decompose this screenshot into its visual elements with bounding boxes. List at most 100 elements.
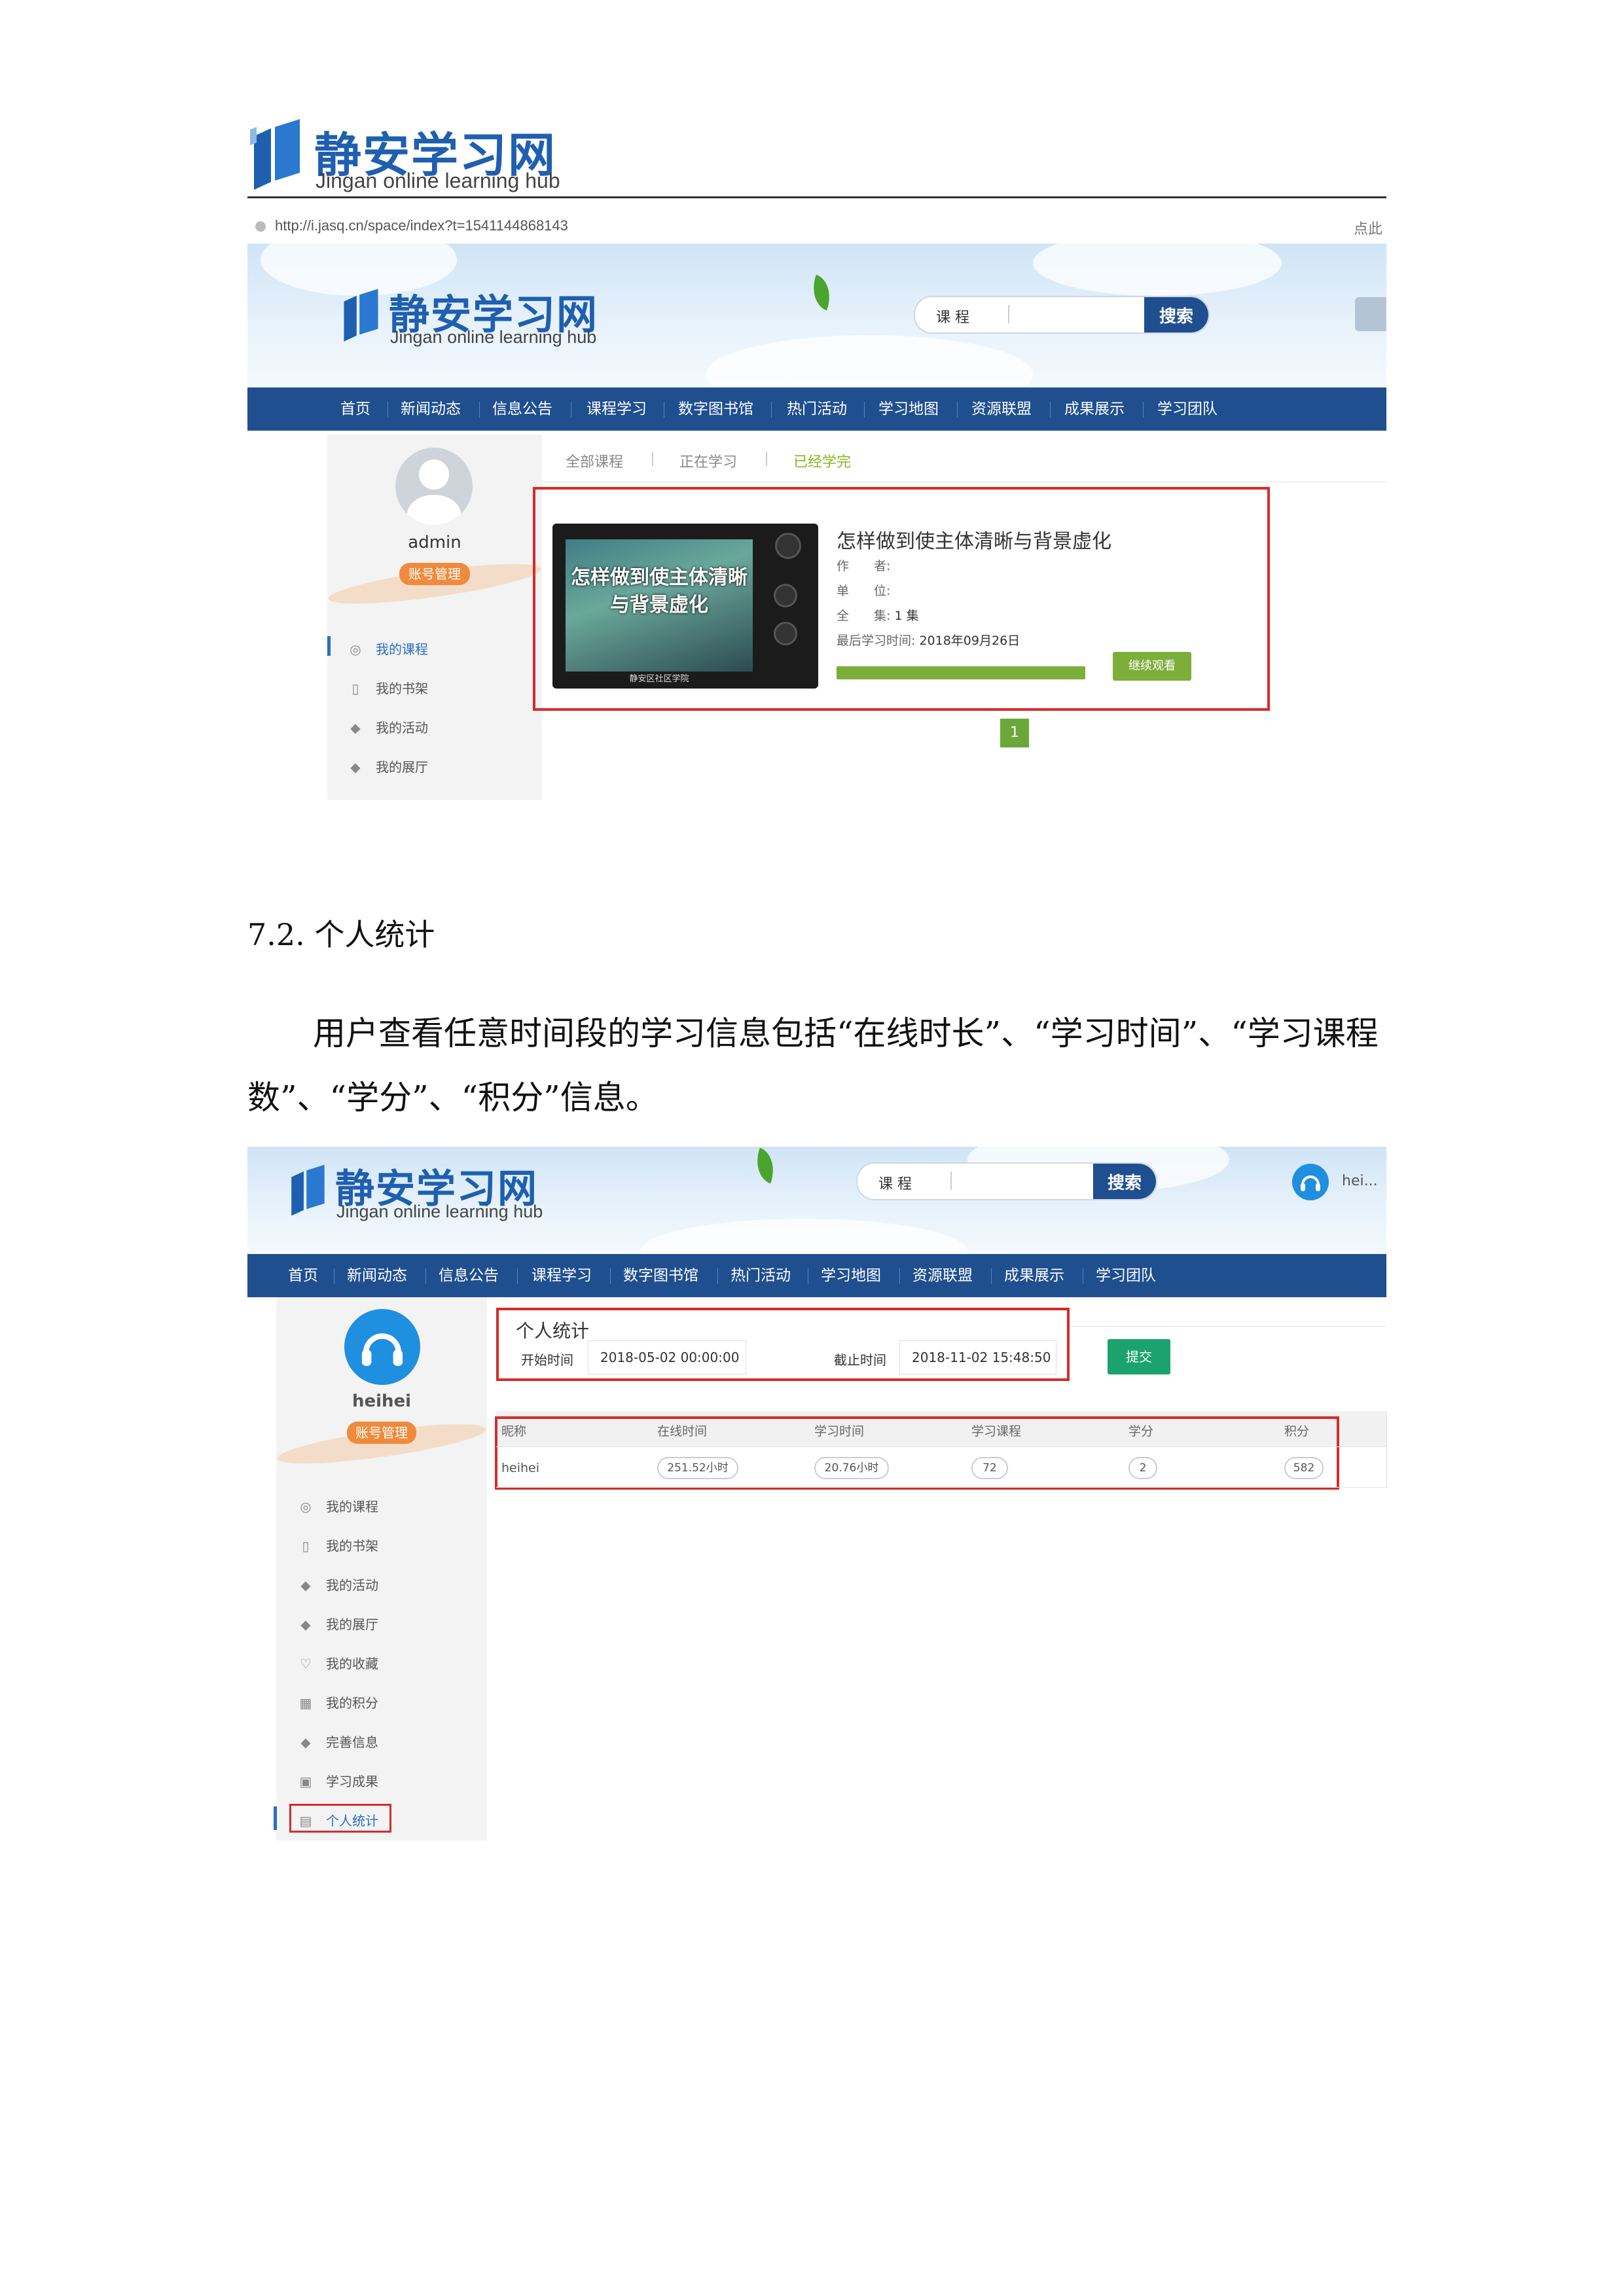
certificate-icon: ▣ bbox=[299, 1774, 312, 1789]
avatar[interactable] bbox=[395, 448, 473, 525]
menu-my-courses[interactable]: ◎ 我的课程 bbox=[348, 639, 428, 658]
nav-activities[interactable]: 热门活动 bbox=[787, 387, 847, 431]
menu-my-gallery[interactable]: ◆ 我的展厅 bbox=[298, 1614, 378, 1633]
nav-achievements[interactable]: 成果展示 bbox=[1004, 1254, 1064, 1297]
continue-watching-button[interactable]: 继续观看 bbox=[1113, 652, 1191, 681]
section-heading: 7.2. 个人统计 bbox=[247, 917, 435, 952]
main-nav: 首页 新闻动态 信息公告 课程学习 数字图书馆 热门活动 学习地图 资源联盟 成… bbox=[247, 1254, 1386, 1297]
menu-personal-stats[interactable]: ▤ 个人统计 bbox=[298, 1810, 378, 1829]
browser-right-text: 点此 bbox=[1353, 221, 1382, 238]
nav-notice[interactable]: 信息公告 bbox=[492, 387, 552, 431]
section-paragraph: 用户查看任意时间段的学习信息包括“在线时长”、“学习时间”、“学习课程数”、“学… bbox=[247, 1014, 1379, 1117]
search-category[interactable]: 课 程 bbox=[936, 306, 969, 327]
nav-resources[interactable]: 资源联盟 bbox=[912, 1254, 973, 1297]
search-category[interactable]: 课 程 bbox=[878, 1172, 912, 1193]
nav-map[interactable]: 学习地图 bbox=[878, 387, 939, 431]
document-logo-en: Jingan online learning hub bbox=[316, 169, 560, 192]
document-logo: 静安学习网 Jingan online learning hub bbox=[247, 117, 562, 202]
nav-home[interactable]: 首页 bbox=[340, 387, 370, 431]
site-logo-en: Jingan online learning hub bbox=[390, 327, 597, 347]
th-online-time: 在线时间 bbox=[657, 1424, 708, 1439]
stats-icon: ▤ bbox=[299, 1813, 312, 1829]
nav-resources[interactable]: 资源联盟 bbox=[971, 387, 1032, 431]
nav-map[interactable]: 学习地图 bbox=[821, 1254, 881, 1297]
book-logo-icon bbox=[250, 119, 300, 190]
nav-courses[interactable]: 课程学习 bbox=[532, 1254, 592, 1297]
search-box[interactable]: 课 程 搜索 bbox=[914, 296, 1210, 334]
nav-achievements[interactable]: 成果展示 bbox=[1064, 387, 1125, 431]
course-author: 作 者: bbox=[837, 559, 891, 573]
th-credits: 学分 bbox=[1128, 1424, 1154, 1439]
nav-home[interactable]: 首页 bbox=[288, 1254, 318, 1297]
nav-courses[interactable]: 课程学习 bbox=[586, 387, 647, 431]
course-last-study-time: 最后学习时间: 2018年09月26日 bbox=[837, 634, 1020, 648]
nav-news[interactable]: 新闻动态 bbox=[347, 1254, 407, 1297]
screenshot-my-courses: 静安学习网 Jingan online learning hub 课 程 搜索 … bbox=[247, 243, 1386, 800]
nav-news[interactable]: 新闻动态 bbox=[401, 387, 461, 431]
tab-completed[interactable]: 已经学完 bbox=[793, 450, 851, 471]
book-icon: ▯ bbox=[352, 681, 359, 696]
nav-activities[interactable]: 热门活动 bbox=[731, 1254, 791, 1297]
account-manage-button[interactable]: 账号管理 bbox=[347, 1422, 416, 1444]
progress-track bbox=[837, 666, 1085, 679]
user-sidebar: admin 账号管理 ◎ 我的课程 ▯ 我的书架 ◆ 我的活动 ◆ 我的展厅 bbox=[326, 435, 543, 800]
search-box[interactable]: 课 程 搜索 bbox=[856, 1162, 1157, 1200]
nav-teams[interactable]: 学习团队 bbox=[1157, 387, 1218, 431]
course-episodes: 全 集: 1 集 bbox=[837, 609, 919, 623]
site-banner: 静安学习网 Jingan online learning hub 课 程 搜索 … bbox=[247, 1147, 1386, 1254]
username: heihei bbox=[352, 1391, 412, 1411]
start-time-input[interactable]: 2018-05-02 00:00:00 bbox=[588, 1340, 746, 1374]
account-manage-button[interactable]: 账号管理 bbox=[399, 563, 470, 585]
stats-title: 个人统计 bbox=[516, 1320, 590, 1342]
graduation-cap-icon: ◆ bbox=[350, 720, 361, 736]
graduation-cap-icon: ◆ bbox=[300, 1577, 311, 1593]
nav-teams[interactable]: 学习团队 bbox=[1096, 1254, 1156, 1297]
progress-bar bbox=[837, 666, 1085, 679]
menu-my-bookshelf[interactable]: ▯ 我的书架 bbox=[298, 1535, 378, 1554]
search-button[interactable]: 搜索 bbox=[1093, 1164, 1156, 1199]
nav-library[interactable]: 数字图书馆 bbox=[623, 1254, 698, 1297]
site-info-icon bbox=[255, 221, 266, 232]
browser-address-bar: http://i.jasq.cn/space/index?t=154114486… bbox=[247, 209, 1386, 244]
menu-my-bookshelf[interactable]: ▯ 我的书架 bbox=[348, 678, 428, 697]
heart-icon: ♡ bbox=[300, 1656, 312, 1672]
search-button[interactable]: 搜索 bbox=[1144, 297, 1208, 332]
menu-learning-results[interactable]: ▣ 学习成果 bbox=[298, 1771, 378, 1790]
course-thumbnail[interactable]: 怎样做到使主体清晰与背景虚化 静安区社区学院 bbox=[552, 524, 818, 689]
leaf-decoration-icon bbox=[749, 1147, 781, 1184]
tab-in-progress[interactable]: 正在学习 bbox=[679, 450, 737, 471]
tab-all-courses[interactable]: 全部课程 bbox=[566, 450, 623, 471]
course-title[interactable]: 怎样做到使主体清晰与背景虚化 bbox=[837, 525, 1111, 554]
cell-nickname: heihei bbox=[501, 1461, 540, 1475]
book-logo-icon bbox=[344, 289, 378, 342]
points-icon: ▦ bbox=[299, 1695, 312, 1711]
graduation-cap-icon: ◆ bbox=[300, 1734, 311, 1750]
cell-points: 582 bbox=[1284, 1457, 1324, 1479]
menu-my-points[interactable]: ▦ 我的积分 bbox=[298, 1693, 378, 1712]
end-time-input[interactable]: 2018-11-02 15:48:50 bbox=[899, 1340, 1056, 1374]
menu-complete-profile[interactable]: ◆ 完善信息 bbox=[298, 1732, 378, 1751]
username: admin bbox=[408, 533, 461, 552]
eye-icon: ◎ bbox=[300, 1499, 312, 1515]
start-time-label: 开始时间 bbox=[521, 1352, 573, 1368]
menu-my-favorites[interactable]: ♡ 我的收藏 bbox=[298, 1653, 378, 1672]
cell-study-time: 20.76小时 bbox=[814, 1457, 889, 1479]
nav-notice[interactable]: 信息公告 bbox=[439, 1254, 499, 1297]
menu-my-gallery[interactable]: ◆ 我的展厅 bbox=[348, 757, 428, 776]
submit-button[interactable]: 提交 bbox=[1108, 1339, 1170, 1374]
browser-url[interactable]: http://i.jasq.cn/space/index?t=154114486… bbox=[275, 217, 568, 234]
graduation-cap-icon: ◆ bbox=[350, 759, 361, 775]
headset-avatar-icon[interactable] bbox=[344, 1309, 420, 1385]
user-avatar-icon[interactable] bbox=[1355, 297, 1386, 331]
th-courses: 学习课程 bbox=[971, 1424, 1022, 1439]
th-study-time: 学习时间 bbox=[814, 1424, 865, 1439]
headset-avatar-icon[interactable] bbox=[1292, 1164, 1329, 1200]
user-short-name[interactable]: hei... bbox=[1342, 1173, 1378, 1189]
menu-my-activities[interactable]: ◆ 我的活动 bbox=[298, 1575, 378, 1594]
pagination-page[interactable]: 1 bbox=[1000, 719, 1029, 747]
cell-courses: 72 bbox=[971, 1457, 1008, 1479]
eye-icon: ◎ bbox=[350, 641, 361, 657]
menu-my-activities[interactable]: ◆ 我的活动 bbox=[348, 717, 428, 736]
nav-library[interactable]: 数字图书馆 bbox=[678, 387, 753, 431]
menu-my-courses[interactable]: ◎ 我的课程 bbox=[298, 1496, 378, 1515]
